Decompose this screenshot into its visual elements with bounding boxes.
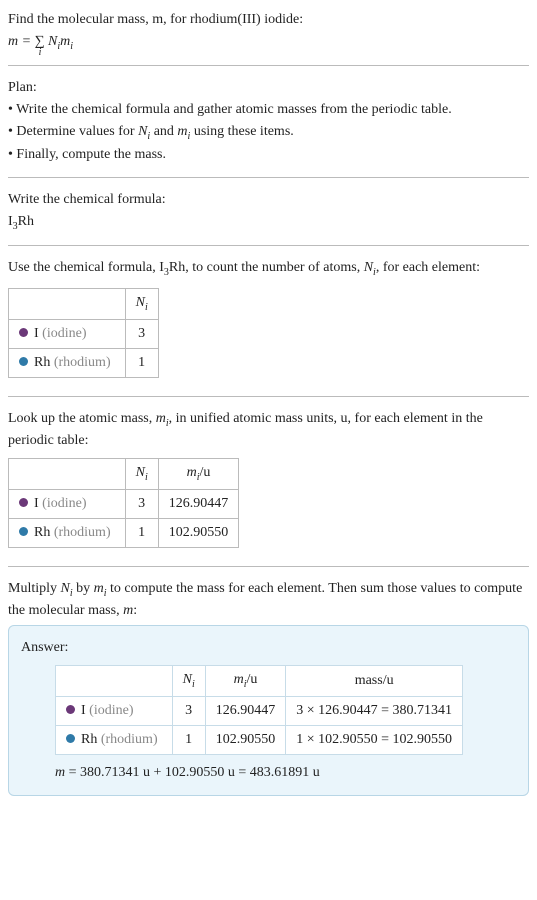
table-row: Rh (rhodium) 1 102.90550 1 × 102.90550 =… — [56, 725, 463, 754]
count-section: Use the chemical formula, I3Rh, to count… — [8, 258, 529, 397]
answer-table: Ni mi/u mass/u I (iodine) 3 126.90447 3 … — [55, 665, 463, 755]
m-header: mi/u — [158, 459, 239, 490]
table-row: I (iodine) 3 126.90447 3 × 126.90447 = 3… — [56, 696, 463, 725]
element-cell: Rh (rhodium) — [9, 519, 126, 548]
table-row: I (iodine) 3 126.90447 — [9, 490, 239, 519]
table-row: I (iodine) 3 — [9, 319, 159, 348]
empty-header — [9, 289, 126, 320]
plan-bullet-1: • Write the chemical formula and gather … — [8, 100, 529, 120]
sum-symbol: ∑i — [35, 34, 45, 50]
element-cell: I (iodine) — [56, 696, 173, 725]
intro-title-a: Find the molecular mass, m, for rhodium(… — [8, 12, 303, 27]
table-header-row: Ni mi/u — [9, 459, 239, 490]
count-table: Ni I (iodine) 3 Rh (rhodium) 1 — [8, 288, 159, 378]
mass-cell: 3 × 126.90447 = 380.71341 — [286, 696, 463, 725]
element-cell: I (iodine) — [9, 319, 126, 348]
rhodium-dot-icon — [19, 357, 28, 366]
n-cell: 1 — [125, 348, 158, 377]
n-cell: 1 — [125, 519, 158, 548]
mass-table: Ni mi/u I (iodine) 3 126.90447 Rh (rhodi… — [8, 458, 239, 548]
table-header-row: Ni — [9, 289, 159, 320]
n-cell: 3 — [172, 696, 205, 725]
plan-bullet-3: • Finally, compute the mass. — [8, 145, 529, 165]
m-cell: 102.90550 — [205, 725, 286, 754]
mass-text: Look up the atomic mass, mi, in unified … — [8, 409, 529, 450]
iodine-dot-icon — [19, 328, 28, 337]
intro-section: Find the molecular mass, m, for rhodium(… — [8, 10, 529, 66]
m-cell: 126.90447 — [158, 490, 239, 519]
n-header: Ni — [172, 666, 205, 697]
formula-heading: Write the chemical formula: — [8, 190, 529, 210]
m-header: mi/u — [205, 666, 286, 697]
answer-box: Answer: Ni mi/u mass/u I (iodine) 3 126.… — [8, 625, 529, 796]
n-header: Ni — [125, 289, 158, 320]
formula-value: I3Rh — [8, 212, 529, 234]
element-cell: Rh (rhodium) — [56, 725, 173, 754]
plan-section: Plan: • Write the chemical formula and g… — [8, 78, 529, 178]
empty-header — [9, 459, 126, 490]
table-header-row: Ni mi/u mass/u — [56, 666, 463, 697]
m-cell: 126.90447 — [205, 696, 286, 725]
n-header: Ni — [125, 459, 158, 490]
rhodium-dot-icon — [19, 527, 28, 536]
plan-bullet-2: • Determine values for Ni and mi using t… — [8, 122, 529, 144]
table-row: Rh (rhodium) 1 — [9, 348, 159, 377]
final-result: m = 380.71341 u + 102.90550 u = 483.6189… — [55, 765, 516, 781]
count-text: Use the chemical formula, I3Rh, to count… — [8, 258, 529, 280]
n-cell: 1 — [172, 725, 205, 754]
plan-heading: Plan: — [8, 78, 529, 98]
mass-header: mass/u — [286, 666, 463, 697]
intro-title: Find the molecular mass, m, for rhodium(… — [8, 10, 529, 30]
element-cell: Rh (rhodium) — [9, 348, 126, 377]
iodine-dot-icon — [66, 705, 75, 714]
n-cell: 3 — [125, 490, 158, 519]
table-row: Rh (rhodium) 1 102.90550 — [9, 519, 239, 548]
n-cell: 3 — [125, 319, 158, 348]
empty-header — [56, 666, 173, 697]
formula-lhs: m = — [8, 34, 35, 49]
iodine-dot-icon — [19, 498, 28, 507]
mass-section: Look up the atomic mass, mi, in unified … — [8, 409, 529, 567]
compute-text: Multiply Ni by mi to compute the mass fo… — [8, 579, 529, 620]
element-cell: I (iodine) — [9, 490, 126, 519]
answer-label: Answer: — [21, 638, 516, 658]
formula-section: Write the chemical formula: I3Rh — [8, 190, 529, 246]
rhodium-dot-icon — [66, 734, 75, 743]
m-cell: 102.90550 — [158, 519, 239, 548]
intro-formula: m = ∑i Nimi — [8, 34, 529, 52]
compute-section: Multiply Ni by mi to compute the mass fo… — [8, 579, 529, 796]
mass-cell: 1 × 102.90550 = 102.90550 — [286, 725, 463, 754]
